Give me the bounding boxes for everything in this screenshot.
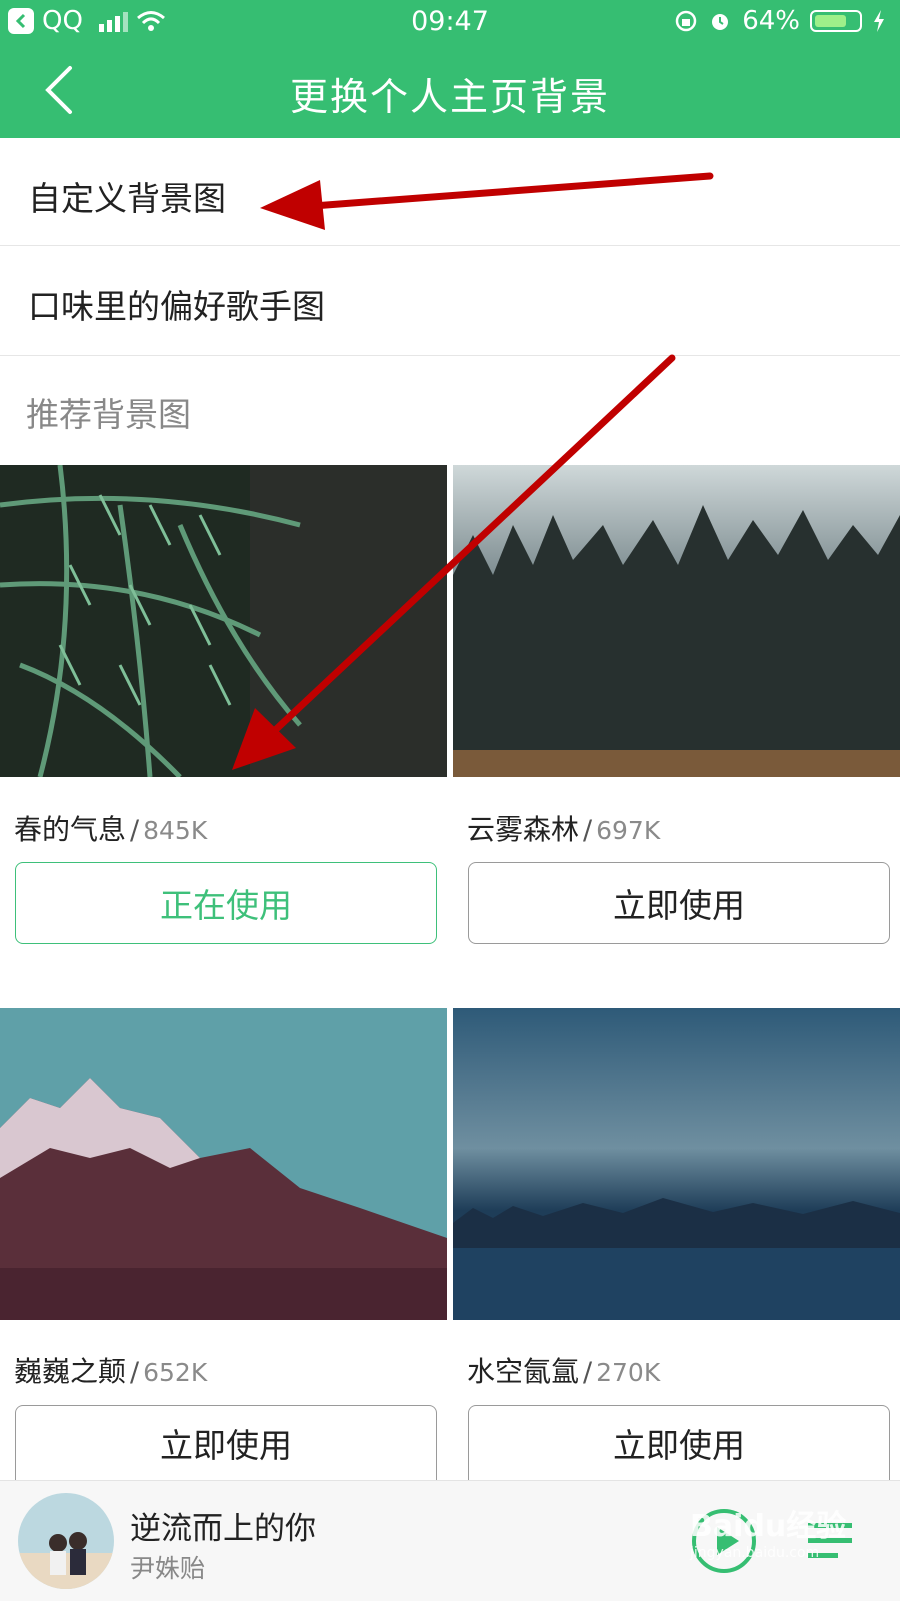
separator: / — [130, 1357, 140, 1388]
use-now-button[interactable]: 立即使用 — [15, 1405, 437, 1480]
background-thumbnail-foggy-forest[interactable] — [453, 465, 900, 777]
alarm-icon — [712, 14, 729, 30]
background-name: 春的气息 — [14, 813, 127, 846]
song-artist: 尹姝贻 — [130, 1554, 206, 1583]
background-name: 水空氤氲 — [467, 1355, 580, 1388]
watermark: Baidu经验 jingyan.baidu.com — [690, 1501, 846, 1561]
status-bar: QQ 09:47 64% — [0, 0, 900, 44]
background-size: 697K — [596, 816, 661, 845]
watermark-text: Baidu经验 — [690, 1509, 847, 1544]
separator: / — [130, 815, 140, 846]
background-thumbnail-mountain[interactable] — [0, 1008, 447, 1320]
rotation-lock-icon — [675, 10, 697, 32]
background-caption-mountain: 巍巍之颠/652K — [14, 1350, 207, 1390]
battery-icon — [810, 10, 862, 32]
background-thumbnail-spring[interactable] — [0, 465, 447, 777]
separator: / — [583, 815, 593, 846]
use-now-button[interactable]: 立即使用 — [468, 862, 890, 944]
background-caption-misty-lake: 水空氤氲/270K — [467, 1350, 660, 1390]
background-caption-foggy-forest: 云雾森林/697K — [467, 808, 660, 848]
recommended-section-title: 推荐背景图 — [26, 395, 191, 434]
custom-background-row[interactable]: 自定义背景图 — [0, 138, 900, 246]
charging-icon — [874, 10, 884, 32]
background-size: 845K — [143, 816, 208, 845]
song-title: 逆流而上的你 — [130, 1511, 316, 1547]
battery-percent: 64% — [742, 6, 800, 36]
background-size: 652K — [143, 1358, 208, 1387]
background-thumbnail-misty-lake[interactable] — [453, 1008, 900, 1320]
favorite-singer-row[interactable]: 口味里的偏好歌手图 — [0, 246, 900, 356]
in-use-button[interactable]: 正在使用 — [15, 862, 437, 944]
background-name: 云雾森林 — [467, 813, 580, 846]
page-title: 更换个人主页背景 — [289, 75, 610, 119]
background-name: 巍巍之颠 — [14, 1355, 127, 1388]
separator: / — [583, 1357, 593, 1388]
background-size: 270K — [596, 1358, 661, 1387]
status-right: 64% — [674, 6, 886, 36]
mini-player[interactable]: 逆流而上的你 尹姝贻 Baidu经验 jingyan.baidu.com — [0, 1480, 900, 1601]
album-cover[interactable] — [18, 1493, 114, 1589]
custom-background-label: 自定义背景图 — [28, 179, 226, 218]
nav-header: 更换个人主页背景 — [0, 44, 900, 138]
use-now-button[interactable]: 立即使用 — [468, 1405, 890, 1480]
background-caption-spring: 春的气息/845K — [14, 808, 207, 848]
watermark-url: jingyan.baidu.com — [690, 1545, 820, 1561]
favorite-singer-label: 口味里的偏好歌手图 — [28, 287, 325, 326]
